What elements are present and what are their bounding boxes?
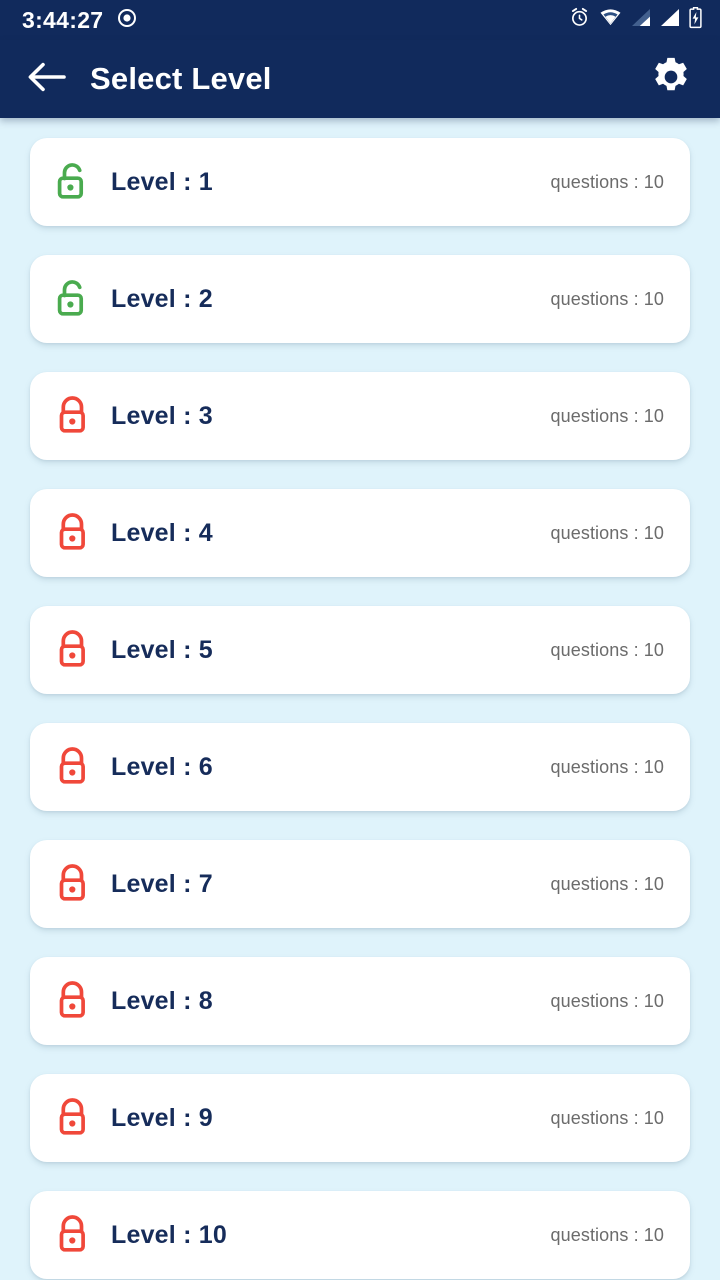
wifi-icon	[599, 8, 622, 32]
lock-closed-icon	[52, 980, 94, 1022]
alarm-icon	[569, 7, 590, 33]
question-count: questions : 10	[550, 639, 664, 660]
app-bar: Select Level	[0, 40, 720, 118]
lock-closed-icon	[52, 629, 94, 671]
question-count: questions : 10	[550, 756, 664, 777]
level-label: Level : 3	[111, 401, 213, 430]
level-label: Level : 9	[111, 1103, 213, 1132]
level-card[interactable]: Level : 1 questions : 10	[30, 138, 690, 226]
lock-closed-icon	[52, 395, 94, 437]
page-title: Select Level	[90, 61, 272, 96]
lock-closed-icon	[52, 746, 94, 788]
level-label: Level : 7	[111, 869, 213, 898]
level-card[interactable]: Level : 3 questions : 10	[30, 372, 690, 460]
signal-2-icon	[660, 8, 680, 32]
level-card[interactable]: Level : 6 questions : 10	[30, 723, 690, 811]
level-list[interactable]: Level : 1 questions : 10 Level : 2 question…	[0, 118, 720, 1280]
question-count: questions : 10	[550, 873, 664, 894]
level-label: Level : 4	[111, 518, 213, 547]
level-label: Level : 5	[111, 635, 213, 664]
question-count: questions : 10	[550, 288, 664, 309]
lock-closed-icon	[52, 512, 94, 554]
question-count: questions : 10	[550, 405, 664, 426]
level-label: Level : 2	[111, 284, 213, 313]
lock-closed-icon	[52, 1097, 94, 1139]
status-bar-right	[569, 6, 702, 34]
signal-1-icon	[631, 8, 651, 32]
question-count: questions : 10	[550, 171, 664, 192]
question-count: questions : 10	[550, 990, 664, 1011]
level-card[interactable]: Level : 9 questions : 10	[30, 1074, 690, 1162]
level-card[interactable]: Level : 2 questions : 10	[30, 255, 690, 343]
level-card[interactable]: Level : 4 questions : 10	[30, 489, 690, 577]
level-card[interactable]: Level : 7 questions : 10	[30, 840, 690, 928]
screen-record-icon	[117, 8, 137, 33]
question-count: questions : 10	[550, 522, 664, 543]
status-bar-clock: 3:44:27	[22, 6, 104, 33]
app-screen: 3:44:27 Select Level Level: 1 questions…	[0, 0, 720, 1280]
level-label: Level : 6	[111, 752, 213, 781]
lock-open-icon	[52, 278, 94, 320]
lock-closed-icon	[52, 863, 94, 905]
level-card[interactable]: Level : 10 questions : 10	[30, 1191, 690, 1279]
question-count: questions : 10	[550, 1224, 664, 1245]
battery-charging-icon	[689, 6, 702, 34]
arrow-left-icon	[26, 60, 66, 99]
level-label: Level : 8	[111, 986, 213, 1015]
status-bar-left: 3:44:27	[22, 8, 137, 33]
lock-open-icon	[52, 161, 94, 203]
lock-closed-icon	[52, 1214, 94, 1256]
level-card[interactable]: Level : 5 questions : 10	[30, 606, 690, 694]
gear-icon	[648, 54, 694, 105]
level-card[interactable]: Level : 8 questions : 10	[30, 957, 690, 1045]
level-label: Level : 1	[111, 167, 213, 196]
back-button[interactable]	[20, 53, 72, 105]
question-count: questions : 10	[550, 1107, 664, 1128]
settings-button[interactable]	[644, 52, 698, 106]
status-bar: 3:44:27	[0, 0, 720, 40]
level-label: Level : 10	[111, 1220, 227, 1249]
